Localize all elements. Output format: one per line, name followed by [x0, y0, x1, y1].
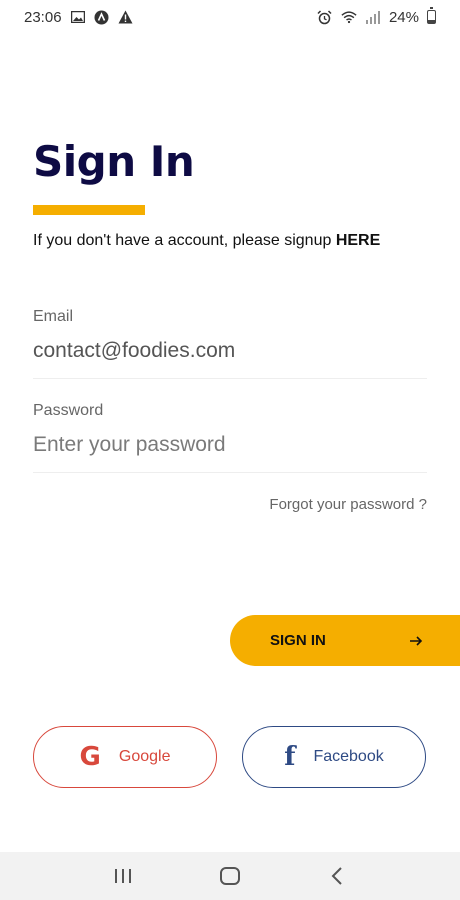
nav-bar: [0, 852, 460, 900]
signup-prompt: If you don't have a account, please sign…: [33, 232, 380, 250]
app-icon: [94, 9, 110, 25]
signup-link[interactable]: HERE: [336, 232, 380, 249]
battery-fill: [428, 20, 435, 23]
title-underline: [33, 205, 145, 215]
wifi-icon: [341, 9, 357, 25]
image-icon: [70, 9, 86, 25]
status-left: 23:06: [24, 9, 134, 26]
password-underline: [33, 472, 427, 473]
forgot-password-link[interactable]: Forgot your password ?: [269, 496, 427, 513]
google-button[interactable]: G Google: [33, 726, 217, 788]
alarm-icon: [317, 9, 333, 25]
battery-icon: [427, 7, 436, 24]
sign-in-label: SIGN IN: [270, 632, 326, 649]
email-underline: [33, 378, 427, 379]
password-label: Password: [33, 402, 104, 419]
home-icon[interactable]: [210, 856, 250, 896]
status-bar: 23:06 24%: [0, 0, 460, 34]
back-icon[interactable]: [317, 856, 357, 896]
status-right: 24%: [317, 7, 436, 26]
email-label: Email: [33, 308, 74, 325]
google-label: Google: [118, 748, 171, 765]
signup-prompt-text: If you don't have a account, please sign…: [33, 232, 336, 249]
password-field[interactable]: [33, 430, 427, 460]
recents-icon[interactable]: [103, 856, 143, 896]
status-time: 23:06: [24, 8, 62, 26]
battery-percent: 24%: [388, 8, 419, 26]
sign-in-button[interactable]: SIGN IN: [230, 615, 460, 666]
google-icon: G: [79, 742, 101, 772]
signal-icon: [365, 9, 381, 25]
arrow-right-icon: [408, 633, 424, 649]
warning-icon: [118, 9, 134, 25]
facebook-icon: f: [284, 742, 296, 772]
page-title: Sign In: [33, 137, 195, 186]
email-field[interactable]: [33, 336, 427, 366]
facebook-button[interactable]: f Facebook: [242, 726, 426, 788]
facebook-label: Facebook: [313, 748, 384, 765]
